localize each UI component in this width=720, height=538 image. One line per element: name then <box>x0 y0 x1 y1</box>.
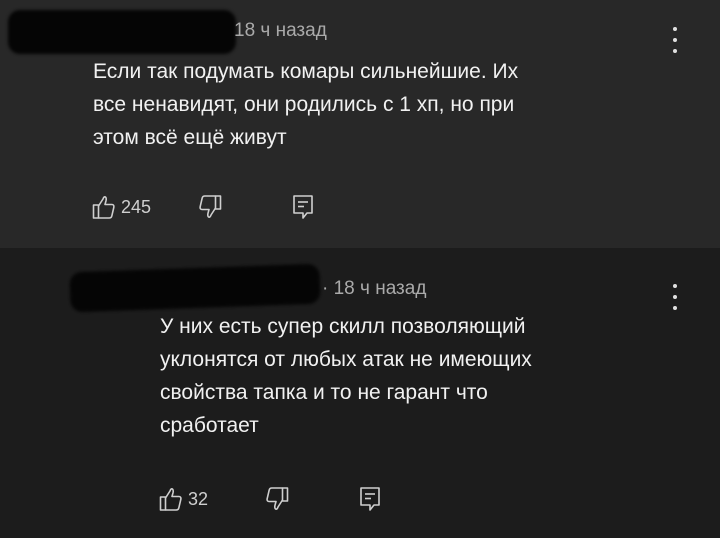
reply-icon <box>292 194 314 220</box>
like-icon <box>159 486 183 512</box>
comment-timestamp: 18 ч назад <box>234 20 327 41</box>
dislike-icon <box>265 486 289 512</box>
comment-text: У них есть супер скилл позволяющий уклон… <box>160 315 532 437</box>
like-count: 245 <box>121 196 152 217</box>
like-button[interactable]: 32 <box>159 484 208 514</box>
comment-actions: 245 <box>92 192 332 222</box>
reply-button[interactable] <box>292 192 314 222</box>
more-vertical-icon[interactable] <box>671 284 679 310</box>
dislike-icon <box>198 194 222 220</box>
comment-2: · 18 ч назад У них есть супер скилл позв… <box>0 248 720 538</box>
redacted-author-name <box>8 10 236 54</box>
more-vertical-icon[interactable] <box>671 27 679 53</box>
comment-actions: 32 <box>159 484 399 514</box>
like-button[interactable]: 245 <box>92 192 151 222</box>
reply-icon <box>359 486 381 512</box>
comment-1: 18 ч назад Если так подумать комары силь… <box>0 0 720 248</box>
dislike-button[interactable] <box>265 484 289 514</box>
like-count: 32 <box>188 488 209 509</box>
comment-timestamp: · 18 ч назад <box>322 278 427 299</box>
reply-button[interactable] <box>359 484 381 514</box>
like-icon <box>92 194 116 220</box>
dislike-button[interactable] <box>198 192 222 222</box>
comment-text: Если так подумать комары сильнейшие. Их … <box>93 60 519 149</box>
redacted-author-name <box>69 263 321 313</box>
